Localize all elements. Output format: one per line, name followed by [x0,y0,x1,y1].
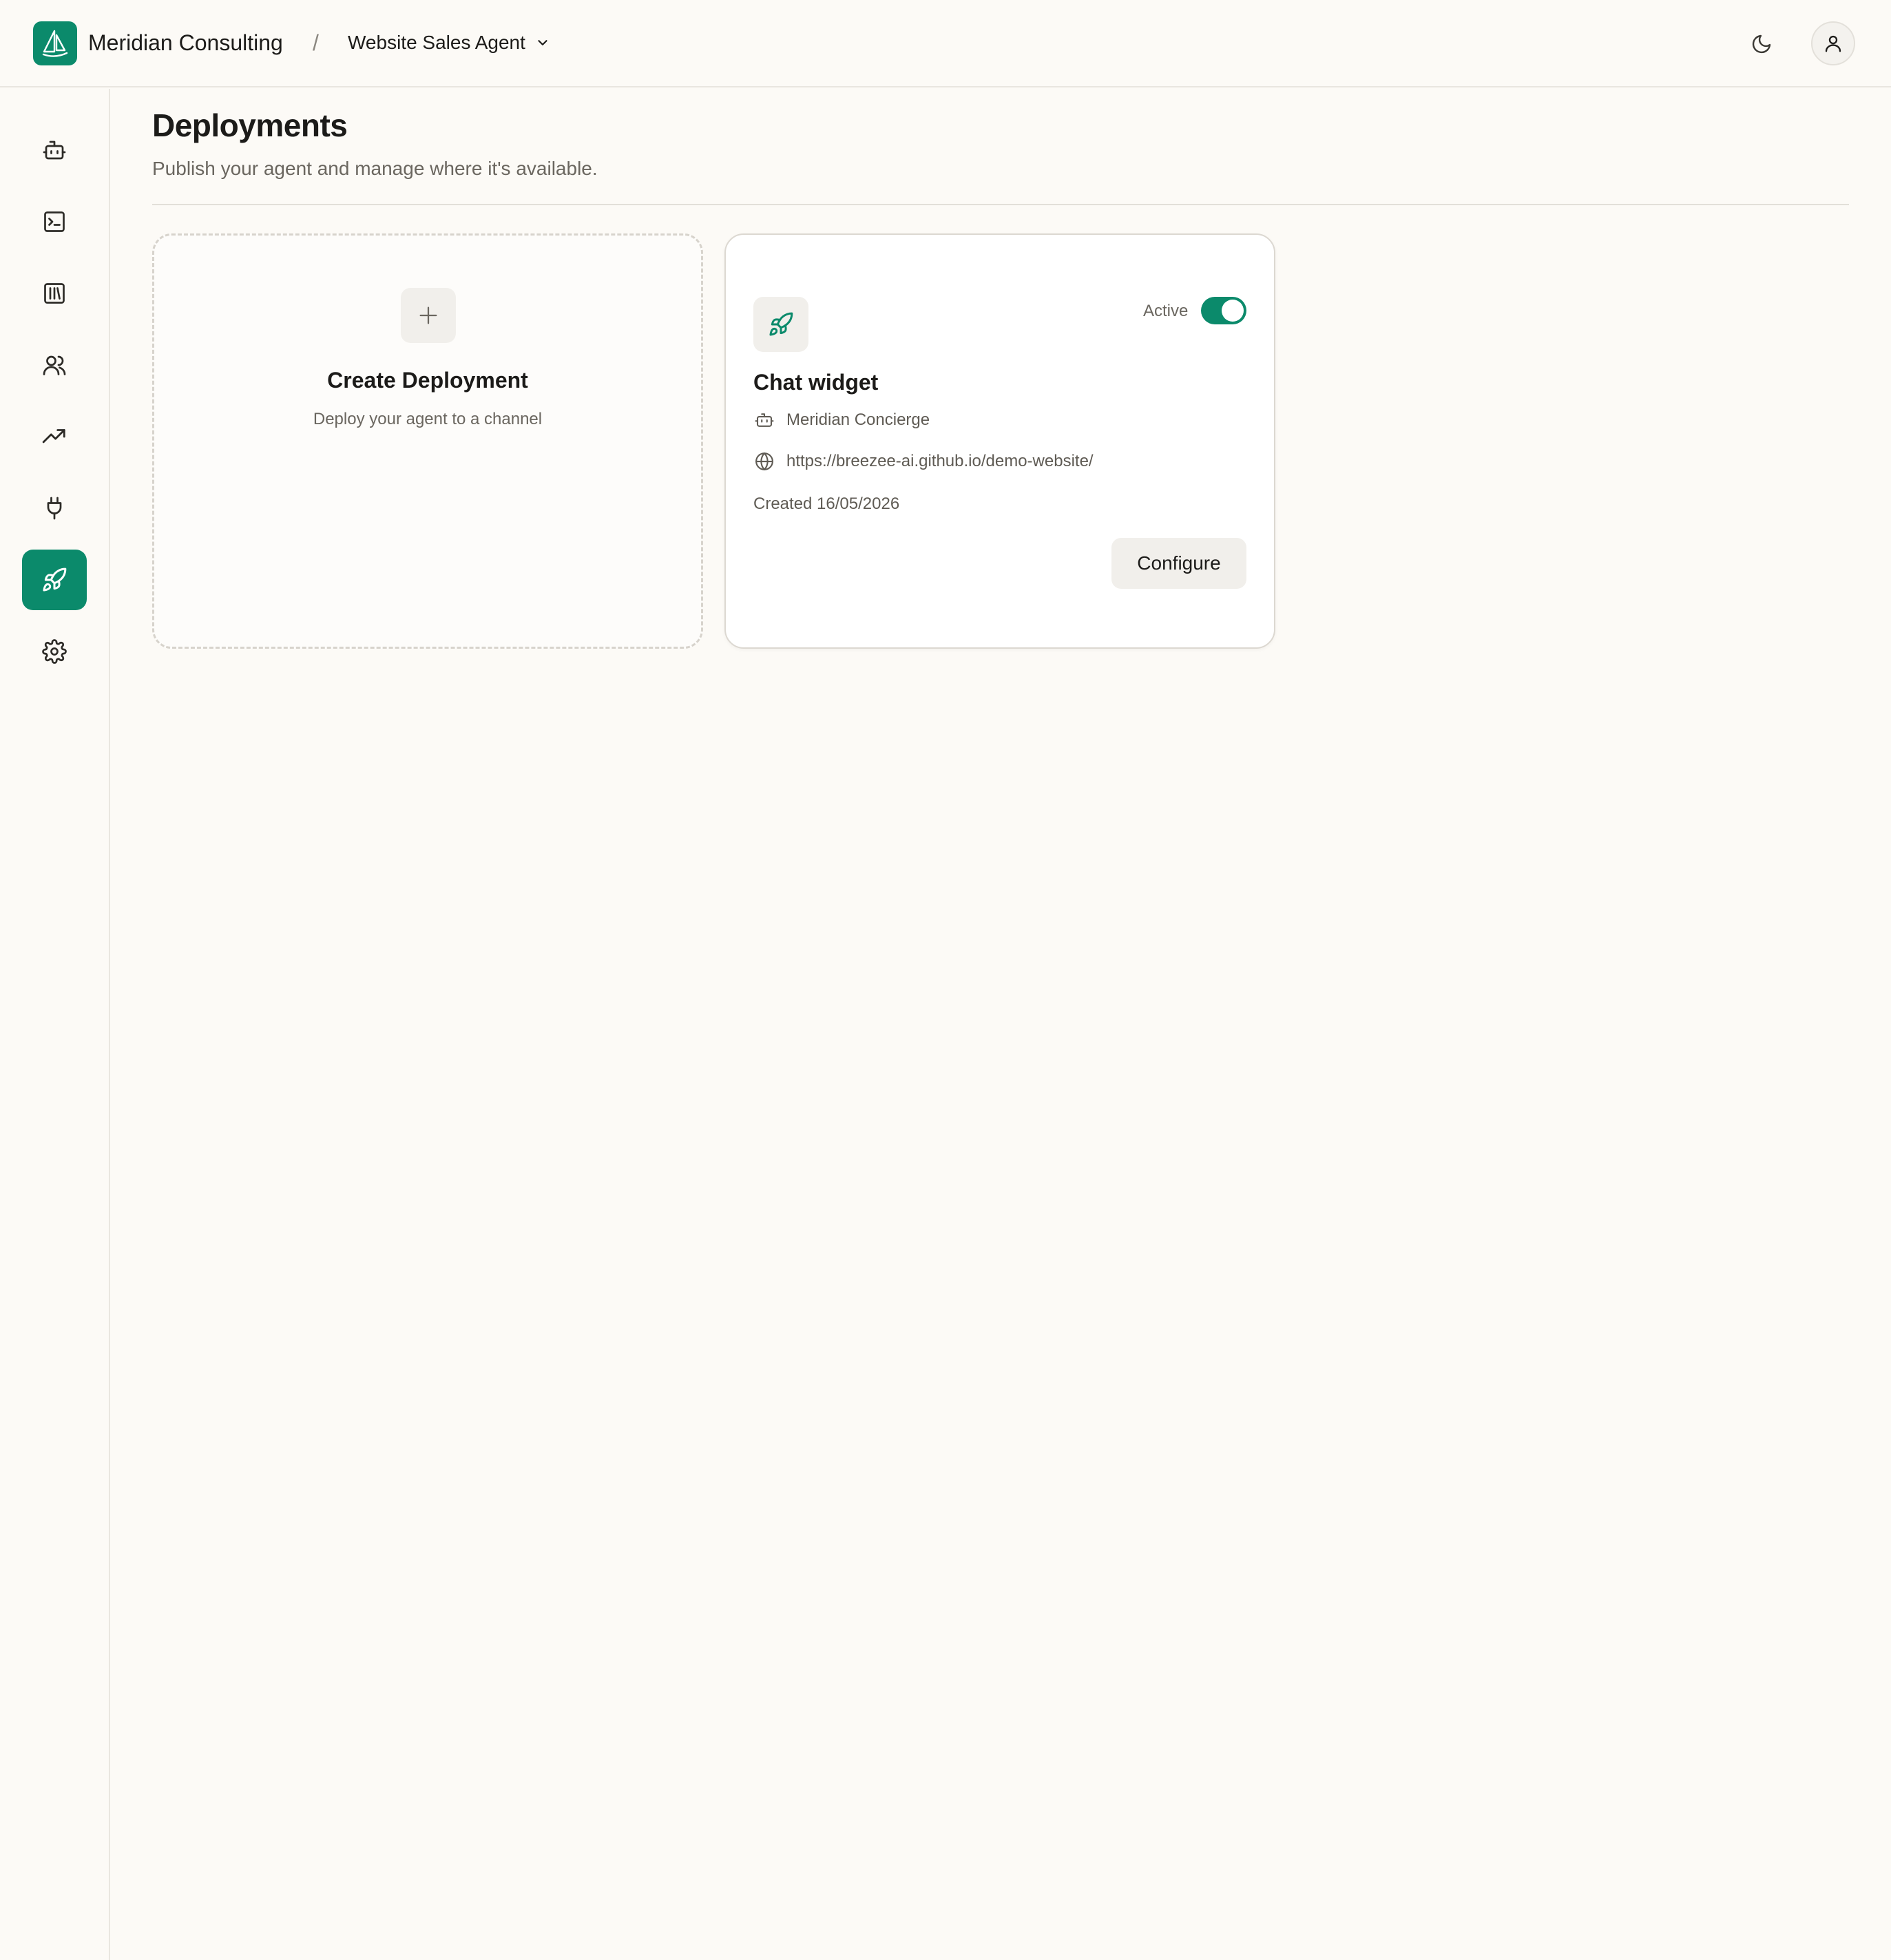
configure-button[interactable]: Configure [1111,538,1246,589]
chevron-down-icon [538,40,547,45]
theme-toggle-button[interactable] [1741,26,1782,62]
top-bar: Meridian Consulting / Website Sales Agen… [0,0,1891,87]
user-avatar-button[interactable] [1811,21,1855,65]
sidebar-item-analytics[interactable] [22,406,87,467]
deployment-card: Active Chat widget Meridian Concierge ht… [724,233,1275,649]
page-subtitle: Publish your agent and manage where it's… [152,158,598,179]
trending-up-icon [42,429,65,444]
agent-switcher-label: Website Sales Agent [348,32,525,53]
sidebar-item-integrations[interactable] [22,478,87,539]
page-title: Deployments [152,107,348,143]
moon-icon [1752,34,1771,54]
deployment-title: Chat widget [753,370,879,395]
sidebar-item-library[interactable] [22,263,87,324]
create-deployment-subtitle: Deploy your agent to a channel [313,410,543,428]
agent-switcher[interactable]: Website Sales Agent [348,26,550,59]
terminal-icon [44,211,65,232]
plug-icon [47,497,62,520]
deployment-created-date: Created 16/05/2026 [753,494,900,513]
sailboat-icon [42,30,68,57]
active-toggle[interactable] [1201,297,1246,324]
brand-name: Meridian Consulting [88,30,283,55]
deployment-url-row: https://breezee-ai.github.io/demo-websit… [753,450,1094,473]
create-deployment-title: Create Deployment [327,368,528,393]
users-icon [43,355,66,375]
create-deployment-card[interactable]: Create Deployment Deploy your agent to a… [152,233,703,649]
rocket-icon [769,312,793,336]
sidebar-item-agents[interactable] [22,120,87,180]
deployment-agent-name: Meridian Concierge [786,410,930,429]
deployment-url[interactable]: https://breezee-ai.github.io/demo-websit… [786,450,1094,473]
sidebar [0,89,110,1960]
sidebar-item-deployments[interactable] [22,550,87,610]
brand-logo[interactable] [33,21,77,65]
plus-icon-box [401,288,456,343]
gear-icon [42,639,67,664]
sidebar-item-playground[interactable] [22,191,87,252]
bot-icon [753,409,775,431]
breadcrumb-separator: / [313,30,319,55]
toggle-knob [1222,300,1244,322]
bot-icon [43,140,66,160]
deployment-icon-box [753,297,808,352]
deployment-agent-row: Meridian Concierge [753,408,930,432]
user-icon [1825,35,1841,52]
globe-icon [753,450,775,472]
header-divider [152,204,1849,205]
rocket-icon [43,567,67,592]
status-label: Active [1143,302,1189,320]
plus-icon [419,306,437,324]
library-icon [44,283,65,304]
sidebar-item-users[interactable] [22,335,87,395]
sidebar-item-settings[interactable] [22,621,87,682]
main-content: Deployments Publish your agent and manag… [152,103,1849,182]
